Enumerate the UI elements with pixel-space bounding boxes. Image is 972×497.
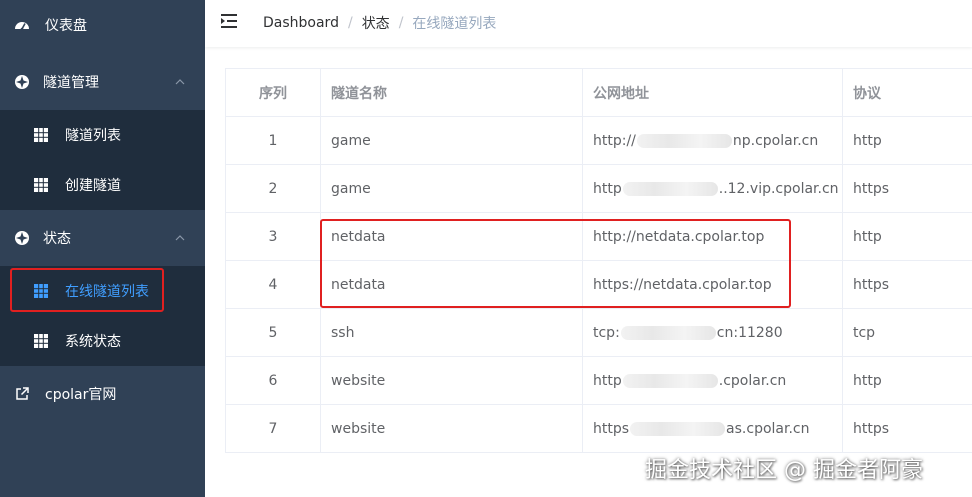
- sidebar-item-tunnel-management[interactable]: 隧道管理: [0, 57, 205, 107]
- top-header: Dashboard / 状态 / 在线隧道列表: [205, 0, 972, 47]
- table-row: 4 netdata https://netdata.cpolar.top https: [225, 260, 972, 309]
- dashboard-icon: [15, 22, 29, 31]
- sidebar-item-website[interactable]: cpolar官网: [0, 369, 205, 419]
- chevron-up-icon: [175, 79, 185, 85]
- cell-address: http://netdata.cpolar.top: [582, 212, 843, 261]
- sidebar-item-create-tunnel[interactable]: 创建隧道: [0, 160, 205, 210]
- cell-protocol: http: [842, 212, 972, 261]
- cell-address: https as.cpolar.cn: [582, 404, 843, 453]
- cell-index: 6: [225, 356, 321, 405]
- breadcrumb-dashboard[interactable]: Dashboard: [263, 15, 339, 31]
- cell-name: website: [320, 356, 583, 405]
- sidebar-item-label: cpolar官网: [45, 387, 117, 403]
- cell-address: tcp: cn:11280: [582, 308, 843, 357]
- address-text: http: [593, 372, 622, 389]
- redacted-blur: [622, 373, 718, 388]
- redacted-blur: [620, 325, 716, 340]
- sidebar-item-label: 系统状态: [65, 334, 121, 350]
- cell-address: http .cpolar.cn: [582, 356, 843, 405]
- table-row: 7 website https as.cpolar.cn https: [225, 404, 972, 453]
- grid-icon: [34, 178, 48, 192]
- cell-protocol: https: [842, 260, 972, 309]
- address-text: http://: [593, 132, 636, 149]
- cell-address: http ..12.vip.cpolar.cn: [582, 164, 843, 213]
- cell-index: 1: [225, 116, 321, 165]
- submenu-tunnel-management: 隧道列表 创建隧道: [0, 110, 205, 210]
- grid-icon: [34, 128, 48, 142]
- column-header-protocol: 协议: [842, 68, 972, 117]
- cell-name: website: [320, 404, 583, 453]
- status-icon: [15, 231, 29, 245]
- cell-name: game: [320, 116, 583, 165]
- breadcrumb-separator: /: [347, 15, 353, 31]
- cell-protocol: http: [842, 116, 972, 165]
- cell-name: netdata: [320, 212, 583, 261]
- tunnel-icon: [15, 75, 29, 89]
- cell-protocol: https: [842, 164, 972, 213]
- table-row: 2 game http ..12.vip.cpolar.cn https: [225, 164, 972, 213]
- breadcrumb-current: 在线隧道列表: [412, 16, 497, 32]
- address-text: tcp:: [593, 324, 620, 341]
- column-header-address: 公网地址: [582, 68, 843, 117]
- cell-name: game: [320, 164, 583, 213]
- cell-name: netdata: [320, 260, 583, 309]
- cell-name: ssh: [320, 308, 583, 357]
- cell-protocol: tcp: [842, 308, 972, 357]
- hamburger-icon[interactable]: [221, 13, 239, 29]
- sidebar-item-label: 隧道列表: [65, 128, 121, 144]
- cell-index: 7: [225, 404, 321, 453]
- redacted-blur: [630, 421, 726, 436]
- table-row: 6 website http .cpolar.cn http: [225, 356, 972, 405]
- address-text: http: [593, 180, 622, 197]
- chevron-up-icon: [175, 235, 185, 241]
- cell-index: 4: [225, 260, 321, 309]
- address-text: as.cpolar.cn: [726, 420, 810, 437]
- cell-address: http:// np.cpolar.cn: [582, 116, 843, 165]
- redacted-blur: [636, 133, 732, 148]
- redacted-blur: [622, 181, 718, 196]
- table-row: 1 game http:// np.cpolar.cn http: [225, 116, 972, 165]
- sidebar-item-label: 仪表盘: [45, 18, 87, 34]
- cell-index: 5: [225, 308, 321, 357]
- cell-address: https://netdata.cpolar.top: [582, 260, 843, 309]
- sidebar-item-system-status[interactable]: 系统状态: [0, 316, 205, 366]
- address-text: ..12.vip.cpolar.cn: [718, 180, 839, 197]
- address-text: http://netdata.cpolar.top: [593, 228, 765, 245]
- tunnel-table: 序列 隧道名称 公网地址 协议 1 game http:// np.cpolar.cn…: [225, 68, 972, 453]
- table-header-row: 序列 隧道名称 公网地址 协议: [225, 68, 972, 117]
- sidebar-item-tunnel-list[interactable]: 隧道列表: [0, 110, 205, 160]
- submenu-status: 在线隧道列表 系统状态: [0, 266, 205, 366]
- watermark: 掘金技术社区 @ 掘金者阿豪: [645, 458, 923, 483]
- sidebar-item-dashboard[interactable]: 仪表盘: [0, 0, 205, 50]
- sidebar-item-label: 创建隧道: [65, 178, 121, 194]
- grid-icon: [34, 284, 48, 298]
- address-text: cn:11280: [716, 324, 783, 341]
- table-row: 3 netdata http://netdata.cpolar.top http: [225, 212, 972, 261]
- breadcrumb-separator: /: [398, 15, 404, 31]
- cell-protocol: https: [842, 404, 972, 453]
- address-text: https://netdata.cpolar.top: [593, 276, 772, 293]
- external-link-icon: [16, 387, 29, 400]
- grid-icon: [34, 334, 48, 348]
- address-text: https: [593, 420, 630, 437]
- sidebar-item-label: 状态: [43, 231, 71, 247]
- cell-index: 3: [225, 212, 321, 261]
- breadcrumb-status: 状态: [361, 16, 390, 32]
- cell-index: 2: [225, 164, 321, 213]
- column-header-name: 隧道名称: [320, 68, 583, 117]
- sidebar-item-online-tunnels[interactable]: 在线隧道列表: [0, 266, 205, 316]
- sidebar: 仪表盘 隧道管理 隧道列表 创建隧道 状态 在线隧道列表 系统状态 cpolar…: [0, 0, 205, 497]
- address-text: .cpolar.cn: [718, 372, 787, 389]
- cell-protocol: http: [842, 356, 972, 405]
- sidebar-item-status[interactable]: 状态: [0, 213, 205, 263]
- breadcrumb: Dashboard / 状态 / 在线隧道列表: [263, 13, 496, 33]
- column-header-index: 序列: [225, 68, 321, 117]
- address-text: np.cpolar.cn: [732, 132, 819, 149]
- sidebar-item-label: 在线隧道列表: [65, 284, 149, 300]
- table-row: 5 ssh tcp: cn:11280 tcp: [225, 308, 972, 357]
- sidebar-item-label: 隧道管理: [43, 75, 99, 91]
